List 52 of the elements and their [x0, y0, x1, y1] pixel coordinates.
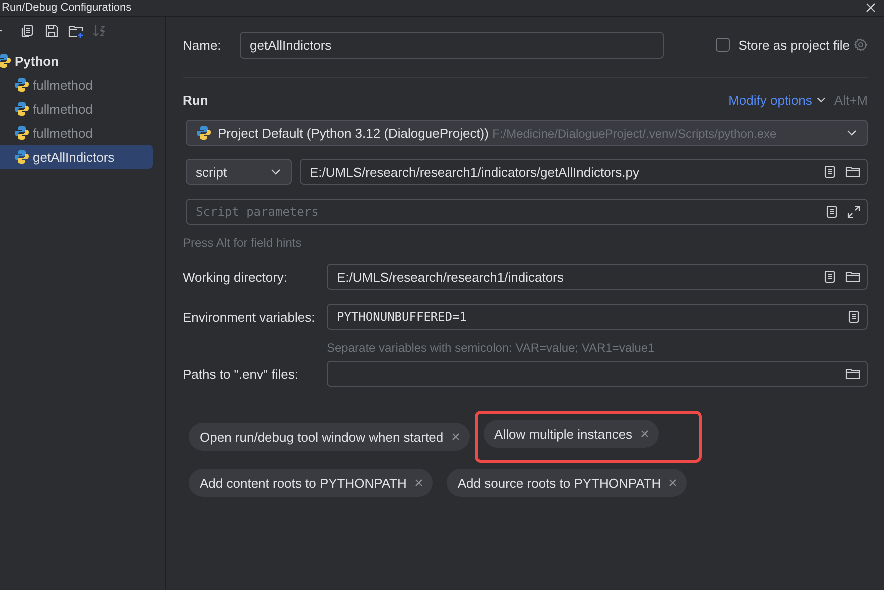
- python-icon: [14, 101, 30, 117]
- python-icon: [14, 125, 30, 141]
- new-folder-icon[interactable]: [68, 23, 84, 39]
- folder-icon[interactable]: [845, 165, 861, 179]
- input-field[interactable]: [327, 361, 868, 387]
- document-icon[interactable]: [847, 310, 861, 324]
- document-icon[interactable]: [823, 165, 837, 179]
- chevron-down-icon: [847, 130, 857, 136]
- document-icon[interactable]: [823, 270, 837, 284]
- name-field[interactable]: getAllIndictors: [240, 32, 664, 58]
- tree-item[interactable]: fullmethod: [0, 121, 153, 145]
- folder-icon[interactable]: [845, 367, 861, 381]
- expand-icon[interactable]: [847, 205, 861, 219]
- window-title: Run/Debug Configurations: [2, 2, 132, 14]
- python-icon: [196, 125, 212, 141]
- name-label: Name:: [183, 38, 222, 52]
- tree-item[interactable]: fullmethod: [0, 97, 153, 121]
- section-title: Run: [183, 92, 208, 108]
- input-field[interactable]: PYTHONUNBUFFERED=1: [327, 304, 868, 330]
- input-field[interactable]: E:/UMLS/research/research1/indicators: [327, 264, 868, 290]
- target-type-dropdown[interactable]: script: [186, 159, 292, 185]
- field-value: E:/UMLS/research/research1/indicators: [337, 270, 565, 284]
- tree-item[interactable]: Python: [0, 49, 153, 73]
- interpreter-dropdown[interactable]: Project Default (Python 3.12 (DialogueProject)) F:/Medicine/DialogueProject/.venv/Scripts/python.exe: [186, 120, 868, 146]
- store-label: Store as project file: [738, 38, 850, 52]
- folder-icon[interactable]: [845, 270, 861, 284]
- close-icon[interactable]: [866, 3, 876, 13]
- gear-icon[interactable]: [854, 38, 868, 52]
- save-icon[interactable]: [44, 23, 60, 39]
- tree-item[interactable]: getAllIndictors: [0, 145, 153, 169]
- python-icon: [14, 149, 30, 165]
- copy-icon[interactable]: [20, 23, 36, 39]
- script-path-field[interactable]: E:/UMLS/research/research1/indicators/getAllIndictors.py: [300, 159, 868, 185]
- field-label: Environment variables:: [183, 310, 316, 324]
- option-chip[interactable]: Add source roots to PYTHONPATH: [446, 469, 688, 497]
- python-icon: [14, 77, 30, 93]
- option-chip[interactable]: Open run/debug tool window when started: [189, 423, 470, 451]
- tree-item[interactable]: fullmethod: [0, 73, 153, 97]
- modify-options-link[interactable]: Modify options: [728, 92, 812, 108]
- chevron-down-icon: [817, 97, 826, 103]
- python-icon: [0, 53, 12, 69]
- hint-text: Press Alt for field hints: [183, 236, 303, 250]
- field-label: Working directory:: [183, 270, 289, 284]
- option-chip[interactable]: Allow multiple instances: [484, 420, 659, 448]
- option-chip[interactable]: Add content roots to PYTHONPATH: [189, 469, 433, 497]
- chevron-down-icon: [271, 169, 281, 175]
- field-label: Paths to ".env" files:: [183, 366, 300, 382]
- field-value: PYTHONUNBUFFERED=1: [337, 310, 468, 324]
- shortcut-label: Alt+M: [834, 92, 868, 108]
- checkbox[interactable]: [716, 38, 730, 52]
- document-icon[interactable]: [825, 205, 839, 219]
- field-note: Separate variables with semicolon: VAR=value; VAR1=value1: [327, 341, 655, 355]
